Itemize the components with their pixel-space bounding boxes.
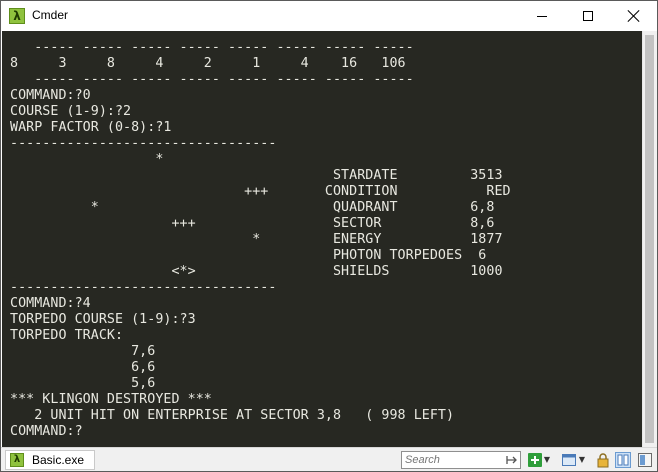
minimize-icon — [537, 15, 547, 17]
vertical-scrollbar[interactable] — [642, 31, 657, 447]
split-view-icon[interactable] — [561, 452, 577, 468]
maximize-button[interactable] — [565, 1, 611, 31]
window-title: Cmder — [32, 8, 69, 22]
new-console-dropdown-icon[interactable]: ▼ — [543, 453, 551, 467]
console-tab[interactable]: λ Basic.exe — [5, 450, 95, 470]
console-line: 7,6 — [10, 344, 156, 359]
tab-label: Basic.exe — [32, 453, 85, 467]
console-line: WARP FACTOR (0-8):?1 — [10, 120, 172, 135]
search-arrow-icon[interactable] — [505, 454, 519, 466]
lambda-app-icon[interactable]: λ — [9, 8, 25, 24]
console-line: 8 3 8 4 2 1 4 16 106 — [10, 56, 406, 71]
maximize-icon — [583, 11, 593, 21]
close-icon — [628, 10, 640, 22]
console-line: STARDATE 3513 — [10, 168, 503, 183]
console-line: +++ CONDITION RED — [10, 184, 511, 199]
status-bar: λ Basic.exe ▼ ▼ — [1, 447, 657, 471]
console-line: 6,6 — [10, 360, 156, 375]
new-console-plus-icon[interactable] — [527, 452, 543, 468]
lock-icon[interactable] — [595, 452, 611, 468]
scrollbar-thumb[interactable] — [645, 35, 654, 443]
console-line: 2 UNIT HIT ON ENTERPRISE AT SECTOR 3,8 (… — [10, 408, 455, 423]
console-line: --------------------------------- — [10, 280, 277, 295]
close-button[interactable] — [611, 1, 657, 31]
console-line: * — [10, 152, 164, 167]
console-line: * ENERGY 1877 — [10, 232, 503, 247]
minimize-button[interactable] — [519, 1, 565, 31]
console-line: COURSE (1-9):?2 — [10, 104, 132, 119]
cmder-window: λ Cmder ----- ----- ----- ----- ----- --… — [0, 0, 658, 472]
search-input[interactable] — [405, 452, 501, 468]
console-line: COMMAND:?0 — [10, 88, 91, 103]
console-text: ----- ----- ----- ----- ----- ----- ----… — [10, 40, 511, 440]
console-line: * QUADRANT 6,8 — [10, 200, 495, 215]
console-line: COMMAND:? — [10, 424, 83, 439]
lambda-tab-icon: λ — [10, 453, 24, 467]
console-line: ----- ----- ----- ----- ----- ----- ----… — [10, 72, 414, 87]
console-line: PHOTON TORPEDOES 6 — [10, 248, 487, 263]
console-line: 5,6 — [10, 376, 156, 391]
title-bar[interactable]: λ Cmder — [1, 1, 657, 31]
console-output[interactable]: ----- ----- ----- ----- ----- ----- ----… — [2, 31, 642, 447]
console-line: TORPEDO TRACK: — [10, 328, 124, 343]
console-line: ----- ----- ----- ----- ----- ----- ----… — [10, 40, 414, 55]
console-line: *** KLINGON DESTROYED *** — [10, 392, 212, 407]
console-line: +++ SECTOR 8,6 — [10, 216, 495, 231]
console-line: COMMAND:?4 — [10, 296, 91, 311]
search-box[interactable] — [401, 451, 521, 469]
console-line: TORPEDO COURSE (1-9):?3 — [10, 312, 196, 327]
console-list-icon[interactable] — [637, 452, 653, 468]
console-line: --------------------------------- — [10, 136, 277, 151]
split-view-dropdown-icon[interactable]: ▼ — [578, 453, 586, 467]
tile-view-icon[interactable] — [615, 452, 631, 468]
console-line: <*> SHIELDS 1000 — [10, 264, 503, 279]
